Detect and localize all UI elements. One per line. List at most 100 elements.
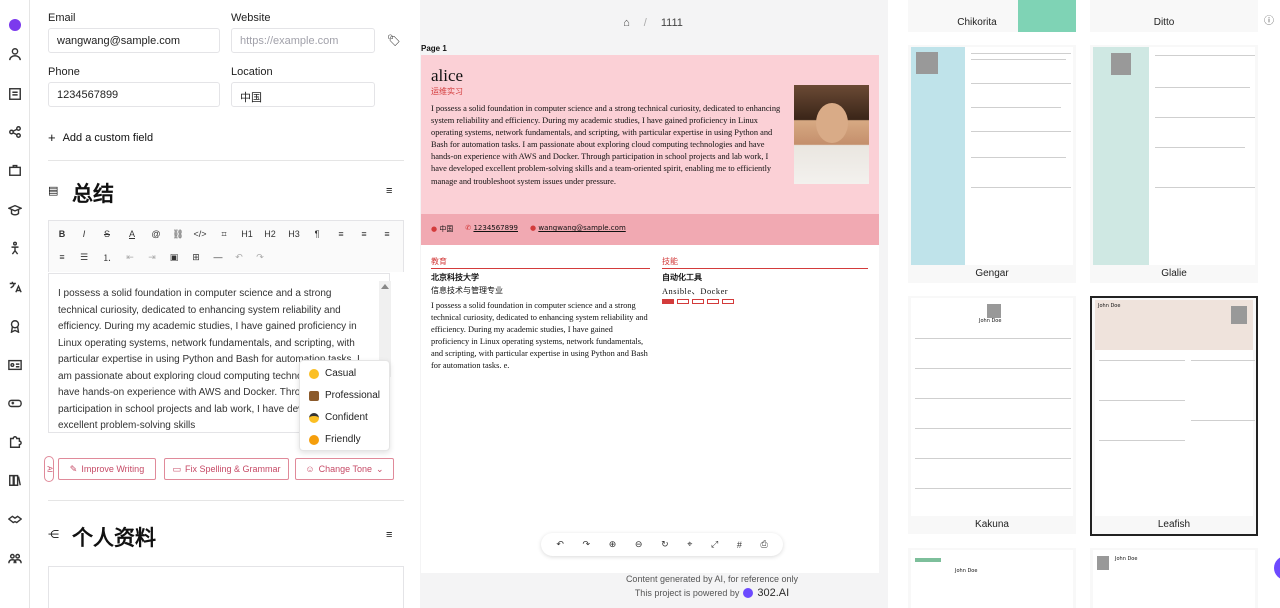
page-label: Page 1 — [421, 44, 447, 53]
resume-summary: I possess a solid foundation in computer… — [431, 104, 781, 186]
tag-icon[interactable]: 🏷 — [387, 34, 401, 47]
template-name: Chikorita — [957, 17, 997, 28]
award-icon[interactable] — [7, 318, 23, 334]
link-icon[interactable]: ⛓ — [170, 226, 186, 242]
tone-friendly[interactable]: Friendly — [309, 434, 361, 445]
improve-writing-button[interactable]: ✎ Improve Writing — [58, 458, 156, 480]
skill-level-box — [662, 299, 674, 304]
template-preview — [1093, 47, 1255, 265]
logo-icon[interactable] — [7, 17, 23, 33]
handshake-icon[interactable] — [7, 511, 23, 527]
reset-zoom-icon[interactable]: ↻ — [661, 539, 669, 550]
template-sample-name: John Doe — [1115, 556, 1138, 562]
fix-spelling-button[interactable]: ▭ Fix Spelling & Grammar — [164, 458, 289, 480]
outdent-icon[interactable]: ⇤ — [122, 249, 138, 265]
user-icon[interactable] — [7, 46, 23, 62]
change-tone-button[interactable]: ☺ Change Tone ⌄ — [295, 458, 394, 480]
grid-icon[interactable]: # — [737, 540, 742, 550]
tone-icon: ☺ — [305, 464, 315, 474]
location-field[interactable]: 中国 — [231, 82, 375, 107]
book-icon[interactable] — [7, 472, 23, 488]
highlight-icon[interactable]: ⌗ — [216, 226, 232, 242]
at-icon[interactable]: @ — [148, 226, 164, 242]
email-text: wangwang@sample.com — [538, 224, 626, 232]
bullet-list-icon[interactable]: ☰ — [76, 249, 92, 265]
home-icon[interactable]: ⌂ — [623, 17, 630, 29]
template-name: Leafish — [1157, 519, 1191, 530]
undo-icon[interactable]: ↶ — [556, 539, 564, 550]
heading1-icon[interactable]: H1 — [239, 226, 255, 242]
redo-icon[interactable]: ↷ — [252, 249, 268, 265]
zoom-in-icon[interactable]: ⊕ — [609, 539, 617, 550]
template-card-leafish[interactable]: John Doe Leafish — [1090, 296, 1258, 536]
template-card-kakuna[interactable]: John Doe Kakuna — [908, 296, 1076, 534]
italic-icon[interactable]: I — [76, 226, 92, 242]
paragraph-icon[interactable]: ¶ — [309, 226, 325, 242]
redo-icon[interactable]: ↷ — [583, 539, 591, 550]
id-card-icon[interactable] — [7, 357, 23, 373]
resume-headline: 运维实习 — [431, 87, 463, 96]
phone-item[interactable]: ✆ 1234567899 — [465, 224, 518, 234]
tone-confident[interactable]: Confident — [309, 412, 368, 423]
tone-casual[interactable]: Casual — [309, 368, 356, 379]
strikethrough-icon[interactable]: S — [99, 226, 115, 242]
brand-name[interactable]: 302.AI — [757, 587, 789, 599]
ai-badge: AI — [44, 456, 54, 482]
email-field[interactable]: wangwang@sample.com — [48, 28, 220, 53]
expand-icon[interactable]: ⤢ — [711, 539, 718, 550]
phone-label: Phone — [48, 66, 80, 78]
align-left-icon[interactable]: ≡ — [333, 226, 349, 242]
indent-icon[interactable]: ⇥ — [144, 249, 160, 265]
image-icon[interactable]: ▣ — [166, 249, 182, 265]
gamepad-icon[interactable] — [7, 395, 23, 411]
puzzle-icon[interactable] — [7, 434, 23, 450]
text-color-icon[interactable]: A — [124, 226, 140, 242]
graduation-icon[interactable] — [7, 202, 23, 218]
zoom-out-icon[interactable]: ⊖ — [635, 539, 643, 550]
ordered-list-icon[interactable]: ⒈ — [99, 249, 115, 265]
briefcase-emoji-icon — [309, 390, 319, 401]
template-card[interactable]: John Doe — [1090, 548, 1258, 608]
tone-professional[interactable]: Professional — [309, 390, 380, 401]
horizontal-rule-icon[interactable]: — — [210, 249, 226, 265]
export-icon[interactable]: ⎙ — [760, 539, 767, 550]
canvas-toolbar: ↶ ↷ ⊕ ⊖ ↻ ⌖ ⤢ # ⎙ — [541, 533, 783, 556]
phone-field[interactable]: 1234567899 — [48, 82, 220, 107]
justify-icon[interactable]: ≡ — [54, 249, 70, 265]
share-icon[interactable] — [7, 124, 23, 140]
undo-icon[interactable]: ↶ — [231, 249, 247, 265]
breadcrumb: ⌂ / 1111 — [420, 0, 886, 46]
skill-level-box — [677, 299, 689, 304]
drag-handle-icon[interactable]: ≡ — [386, 185, 392, 197]
assistant-tab[interactable] — [1274, 556, 1280, 580]
code-icon[interactable]: </> — [192, 226, 208, 242]
table-icon[interactable]: ⊞ — [188, 249, 204, 265]
template-name: Kakuna — [975, 519, 1009, 530]
person-icon[interactable] — [7, 240, 23, 256]
resume-id[interactable]: 1111 — [661, 17, 683, 29]
align-right-icon[interactable]: ≡ — [379, 226, 395, 242]
email-label: Email — [48, 12, 76, 24]
website-field[interactable]: https://example.com — [231, 28, 375, 53]
people-icon[interactable] — [7, 550, 23, 566]
template-card-chikorita[interactable]: Chikorita — [908, 0, 1076, 32]
email-item[interactable]: ● wangwang@sample.com — [530, 224, 626, 234]
drag-handle-icon[interactable]: ≡ — [386, 529, 392, 541]
mail-icon: ● — [530, 224, 537, 232]
add-custom-field-button[interactable]: + Add a custom field — [48, 130, 153, 145]
translate-icon[interactable] — [7, 279, 23, 295]
template-card[interactable]: John Doe — [908, 548, 1076, 608]
info-icon[interactable]: ⓘ — [1264, 12, 1274, 27]
center-icon[interactable]: ⌖ — [687, 539, 692, 550]
tone-label: Professional — [325, 390, 381, 401]
heading3-icon[interactable]: H3 — [286, 226, 302, 242]
brand-logo-icon — [743, 588, 754, 598]
heading2-icon[interactable]: H2 — [262, 226, 278, 242]
template-card-ditto[interactable]: Ditto — [1090, 0, 1258, 32]
template-card-glalie[interactable]: Glalie — [1090, 45, 1258, 283]
template-card-gengar[interactable]: Gengar — [908, 45, 1076, 283]
document-icon[interactable] — [7, 86, 23, 102]
briefcase-icon[interactable] — [7, 162, 23, 178]
bold-icon[interactable]: B — [54, 226, 70, 242]
align-center-icon[interactable]: ≡ — [356, 226, 372, 242]
